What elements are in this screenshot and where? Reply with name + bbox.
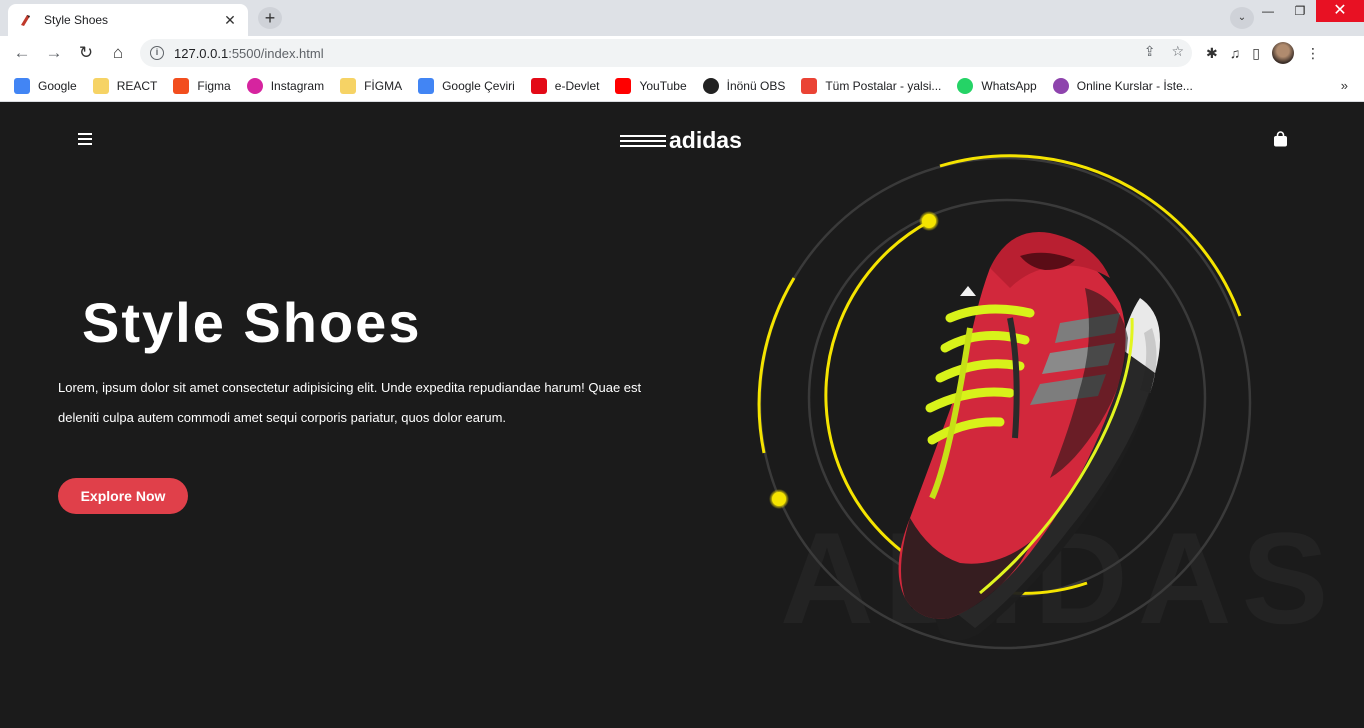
tab-strip: Style Shoes ✕ + ⌄ — ❐ ✕: [0, 0, 1364, 36]
tab-title: Style Shoes: [44, 13, 109, 27]
bookmark-item[interactable]: WhatsApp: [957, 77, 1037, 94]
extensions-area: ✱ ♫ ▯ ⋮: [1206, 42, 1320, 64]
bookmark-label: Google Çeviri: [442, 78, 515, 93]
address-bar[interactable]: i 127.0.0.1:5500/index.html ⇪ ☆: [140, 39, 1192, 67]
running-shoe-image: [898, 232, 1160, 641]
logo-text: adidas: [669, 127, 742, 153]
figma-icon: [173, 77, 190, 94]
hero-title: Style Shoes: [82, 291, 422, 354]
tab-search-button[interactable]: ⌄: [1230, 7, 1254, 29]
google-icon: [14, 77, 30, 94]
bookmark-label: YouTube: [639, 78, 687, 93]
course-icon: [1052, 77, 1069, 94]
bookmark-label: WhatsApp: [981, 78, 1037, 93]
edevlet-icon: [530, 77, 547, 94]
globe-icon: [702, 77, 719, 94]
bookmark-item[interactable]: YouTube: [615, 77, 687, 94]
bookmark-item[interactable]: Google Çeviri: [418, 77, 515, 94]
share-icon[interactable]: ⇪: [1144, 43, 1156, 60]
explore-now-button[interactable]: Explore Now: [58, 478, 188, 514]
page-content: adidas ADIDAS Style Shoes Lorem, ipsum d…: [0, 103, 1364, 728]
bookmark-label: Online Kurslar - İste...: [1076, 78, 1193, 93]
bookmark-label: Google: [38, 78, 77, 93]
bookmark-item[interactable]: Tüm Postalar - yalsi...: [801, 77, 942, 94]
bookmark-item[interactable]: Instagram: [246, 77, 325, 94]
profile-avatar[interactable]: [1271, 42, 1294, 64]
back-icon[interactable]: ←: [10, 42, 34, 64]
bookmark-star-icon[interactable]: ☆: [1171, 43, 1184, 60]
adidas-logo[interactable]: adidas: [620, 127, 742, 154]
bookmark-item[interactable]: İnönü OBS: [702, 77, 786, 94]
instagram-icon: [246, 77, 263, 94]
gmail-icon: [801, 77, 818, 94]
translate-icon: [418, 77, 435, 94]
close-tab-icon[interactable]: ✕: [222, 12, 238, 29]
shoe-favicon-icon: [21, 15, 30, 26]
bookmark-label: İnönü OBS: [726, 78, 786, 93]
logo-stripes-icon: [620, 132, 666, 150]
bookmark-label: Figma: [197, 78, 231, 93]
bookmark-label: FİGMA: [364, 78, 403, 93]
window-close-icon[interactable]: ✕: [1316, 0, 1364, 22]
folder-icon: [340, 77, 357, 94]
url-text: 127.0.0.1:5500/index.html: [174, 45, 324, 61]
bookmark-item[interactable]: e-Devlet: [530, 77, 600, 94]
restore-icon[interactable]: ❐: [1284, 0, 1316, 22]
extensions-puzzle-icon[interactable]: ✱: [1206, 45, 1218, 62]
hero-description: Lorem, ipsum dolor sit amet consectetur …: [58, 380, 642, 425]
whatsapp-icon: [957, 77, 974, 94]
media-control-icon[interactable]: ♫: [1230, 45, 1241, 61]
reload-icon[interactable]: ↻: [74, 42, 98, 64]
forward-icon[interactable]: →: [42, 42, 66, 64]
bookmarks-overflow-icon[interactable]: »: [1341, 78, 1348, 93]
bookmark-item[interactable]: FİGMA: [340, 77, 403, 94]
folder-icon: [92, 77, 109, 94]
minimize-icon[interactable]: —: [1252, 0, 1284, 22]
bookmark-label: REACT: [116, 78, 158, 93]
shoe-rings-graphic: [757, 154, 1252, 650]
hamburger-menu-icon[interactable]: [78, 133, 92, 145]
home-icon[interactable]: ⌂: [106, 42, 130, 64]
menu-dots-icon[interactable]: ⋮: [1306, 45, 1320, 62]
bookmark-label: Tüm Postalar - yalsi...: [825, 78, 942, 93]
bookmark-item[interactable]: Figma: [173, 77, 231, 94]
side-panel-icon[interactable]: ▯: [1252, 45, 1260, 62]
bookmark-item[interactable]: Google: [14, 77, 77, 94]
browser-tab[interactable]: Style Shoes ✕: [8, 4, 248, 36]
window-controls: — ❐ ✕: [1252, 0, 1364, 30]
site-info-icon[interactable]: i: [150, 46, 164, 60]
bookmark-item[interactable]: Online Kurslar - İste...: [1052, 77, 1193, 94]
youtube-icon: [615, 77, 632, 94]
browser-toolbar: ← → ↻ ⌂ i 127.0.0.1:5500/index.html ⇪ ☆ …: [0, 36, 1364, 70]
new-tab-button[interactable]: +: [258, 7, 282, 29]
bookmark-label: e-Devlet: [554, 78, 600, 93]
bookmark-label: Instagram: [270, 78, 325, 93]
bookmark-item[interactable]: REACT: [92, 77, 158, 94]
bookmarks-bar: Google REACT Figma Instagram FİGMA Google Çev…: [0, 70, 1364, 102]
